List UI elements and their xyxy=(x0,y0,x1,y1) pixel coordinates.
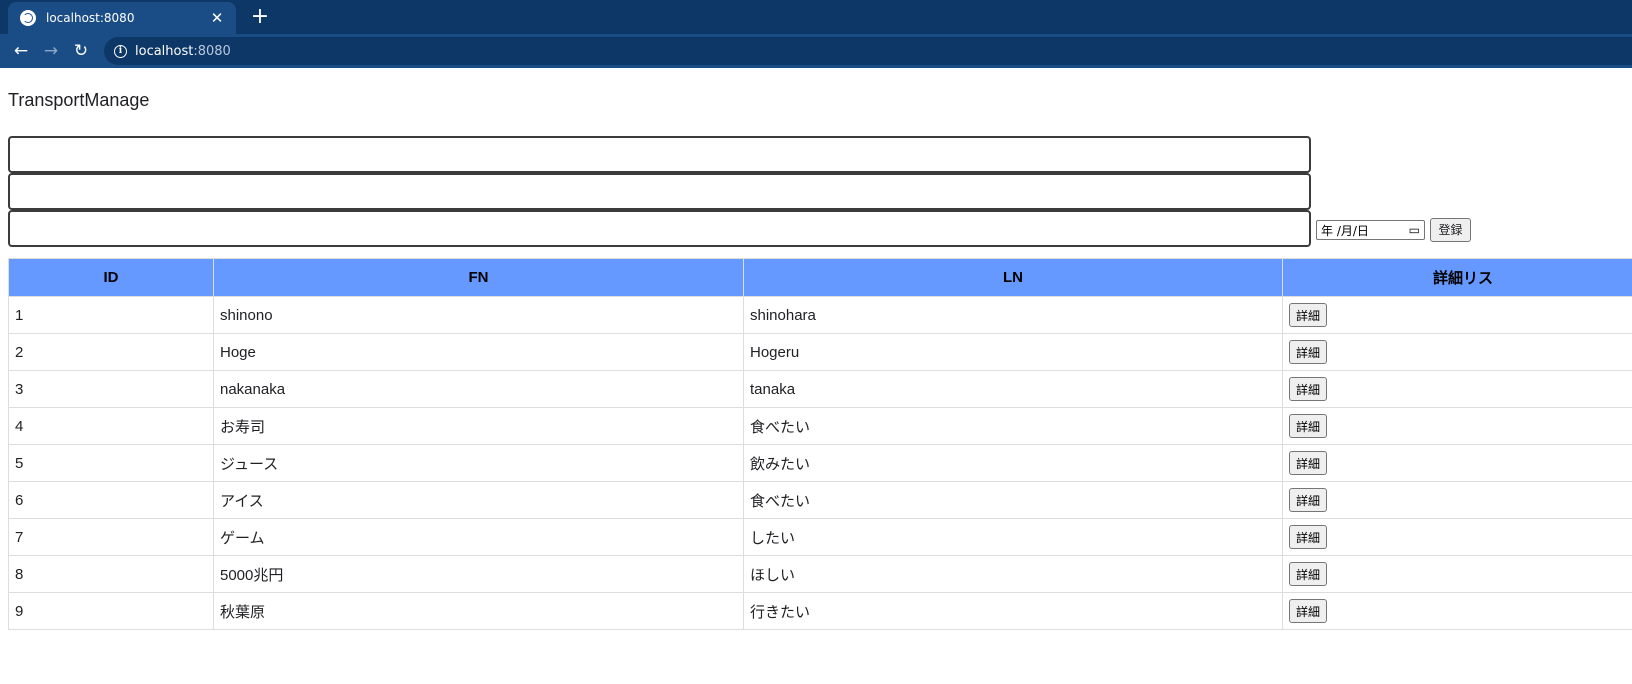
cell-fn: shinono xyxy=(213,296,744,334)
cell-detail: 詳細 xyxy=(1282,370,1632,408)
cell-ln: したい xyxy=(743,518,1283,556)
cell-ln: 行きたい xyxy=(743,592,1283,630)
cell-ln: 食べたい xyxy=(743,481,1283,519)
cell-id: 5 xyxy=(8,444,214,482)
data-table: ID FN LN 詳細リス 1 shinono shinohara 詳細 2 Hoge Ho… xyxy=(8,258,1632,630)
table-row: 9 秋葉原 行きたい 詳細 xyxy=(8,592,1632,630)
table-row: 1 shinono shinohara 詳細 xyxy=(8,296,1632,334)
date-placeholder: 年 /月/日 xyxy=(1321,223,1369,238)
text-input-2[interactable] xyxy=(8,173,1311,210)
cell-id: 8 xyxy=(8,555,214,593)
url-text: localhost:8080 xyxy=(135,44,231,59)
header-fn: FN xyxy=(213,258,744,297)
browser-tab[interactable]: localhost:8080 ✕ xyxy=(8,2,236,34)
detail-button[interactable]: 詳細 xyxy=(1289,303,1328,327)
detail-button[interactable]: 詳細 xyxy=(1289,451,1328,475)
detail-button[interactable]: 詳細 xyxy=(1289,562,1328,586)
cell-detail: 詳細 xyxy=(1282,407,1632,445)
cell-id: 4 xyxy=(8,407,214,445)
table-row: 2 Hoge Hogeru 詳細 xyxy=(8,333,1632,371)
table-row: 6 アイス 食べたい 詳細 xyxy=(8,481,1632,519)
address-bar[interactable]: i localhost:8080 xyxy=(104,37,1632,65)
tab-title: localhost:8080 xyxy=(46,11,135,25)
cell-detail: 詳細 xyxy=(1282,444,1632,482)
table-row: 8 5000兆円 ほしい 詳細 xyxy=(8,555,1632,593)
register-button[interactable]: 登録 xyxy=(1430,218,1471,242)
cell-detail: 詳細 xyxy=(1282,296,1632,334)
header-id: ID xyxy=(8,258,214,297)
cell-id: 2 xyxy=(8,333,214,371)
cell-detail: 詳細 xyxy=(1282,481,1632,519)
cell-ln: Hogeru xyxy=(743,333,1283,371)
table-row: 7 ゲーム したい 詳細 xyxy=(8,518,1632,556)
globe-icon xyxy=(20,10,36,26)
info-icon[interactable]: i xyxy=(114,44,127,58)
browser-tab-bar: localhost:8080 ✕ + xyxy=(0,0,1632,34)
cell-detail: 詳細 xyxy=(1282,555,1632,593)
browser-toolbar: ← → ↻ i localhost:8080 xyxy=(0,34,1632,68)
cell-ln: tanaka xyxy=(743,370,1283,408)
cell-detail: 詳細 xyxy=(1282,592,1632,630)
cell-id: 3 xyxy=(8,370,214,408)
cell-ln: shinohara xyxy=(743,296,1283,334)
page-title: TransportManage xyxy=(8,90,150,110)
url-port: :8080 xyxy=(193,43,231,59)
table-row: 4 お寿司 食べたい 詳細 xyxy=(8,407,1632,445)
cell-id: 6 xyxy=(8,481,214,519)
detail-button[interactable]: 詳細 xyxy=(1289,340,1328,364)
reload-icon[interactable]: ↻ xyxy=(66,36,96,66)
new-tab-button[interactable]: + xyxy=(248,3,272,31)
url-host: localhost xyxy=(135,43,194,59)
table-row: 5 ジュース 飲みたい 詳細 xyxy=(8,444,1632,482)
forward-arrow-icon[interactable]: → xyxy=(36,36,66,66)
cell-fn: nakanaka xyxy=(213,370,744,408)
calendar-icon[interactable]: ▭ xyxy=(1409,223,1420,237)
cell-fn: アイス xyxy=(213,481,744,519)
text-input-1[interactable] xyxy=(8,136,1311,173)
detail-button[interactable]: 詳細 xyxy=(1289,377,1328,401)
cell-ln: 飲みたい xyxy=(743,444,1283,482)
cell-fn: 5000兆円 xyxy=(213,555,744,593)
detail-button[interactable]: 詳細 xyxy=(1289,599,1328,623)
detail-button[interactable]: 詳細 xyxy=(1289,525,1328,549)
cell-id: 9 xyxy=(8,592,214,630)
header-ln: LN xyxy=(743,258,1283,297)
cell-ln: 食べたい xyxy=(743,407,1283,445)
cell-fn: 秋葉原 xyxy=(213,592,744,630)
cell-id: 1 xyxy=(8,296,214,334)
detail-button[interactable]: 詳細 xyxy=(1289,414,1328,438)
table-row: 3 nakanaka tanaka 詳細 xyxy=(8,370,1632,408)
cell-detail: 詳細 xyxy=(1282,333,1632,371)
text-input-3[interactable] xyxy=(8,210,1311,247)
cell-fn: お寿司 xyxy=(213,407,744,445)
close-tab-icon[interactable]: ✕ xyxy=(208,9,226,27)
cell-fn: ゲーム xyxy=(213,518,744,556)
detail-button[interactable]: 詳細 xyxy=(1289,488,1328,512)
cell-id: 7 xyxy=(8,518,214,556)
cell-fn: Hoge xyxy=(213,333,744,371)
header-detail: 詳細リス xyxy=(1282,258,1632,297)
back-arrow-icon[interactable]: ← xyxy=(6,36,36,66)
cell-ln: ほしい xyxy=(743,555,1283,593)
date-input[interactable]: 年 /月/日 ▭ xyxy=(1316,220,1425,240)
cell-fn: ジュース xyxy=(213,444,744,482)
cell-detail: 詳細 xyxy=(1282,518,1632,556)
table-header-row: ID FN LN 詳細リス xyxy=(8,258,1632,297)
